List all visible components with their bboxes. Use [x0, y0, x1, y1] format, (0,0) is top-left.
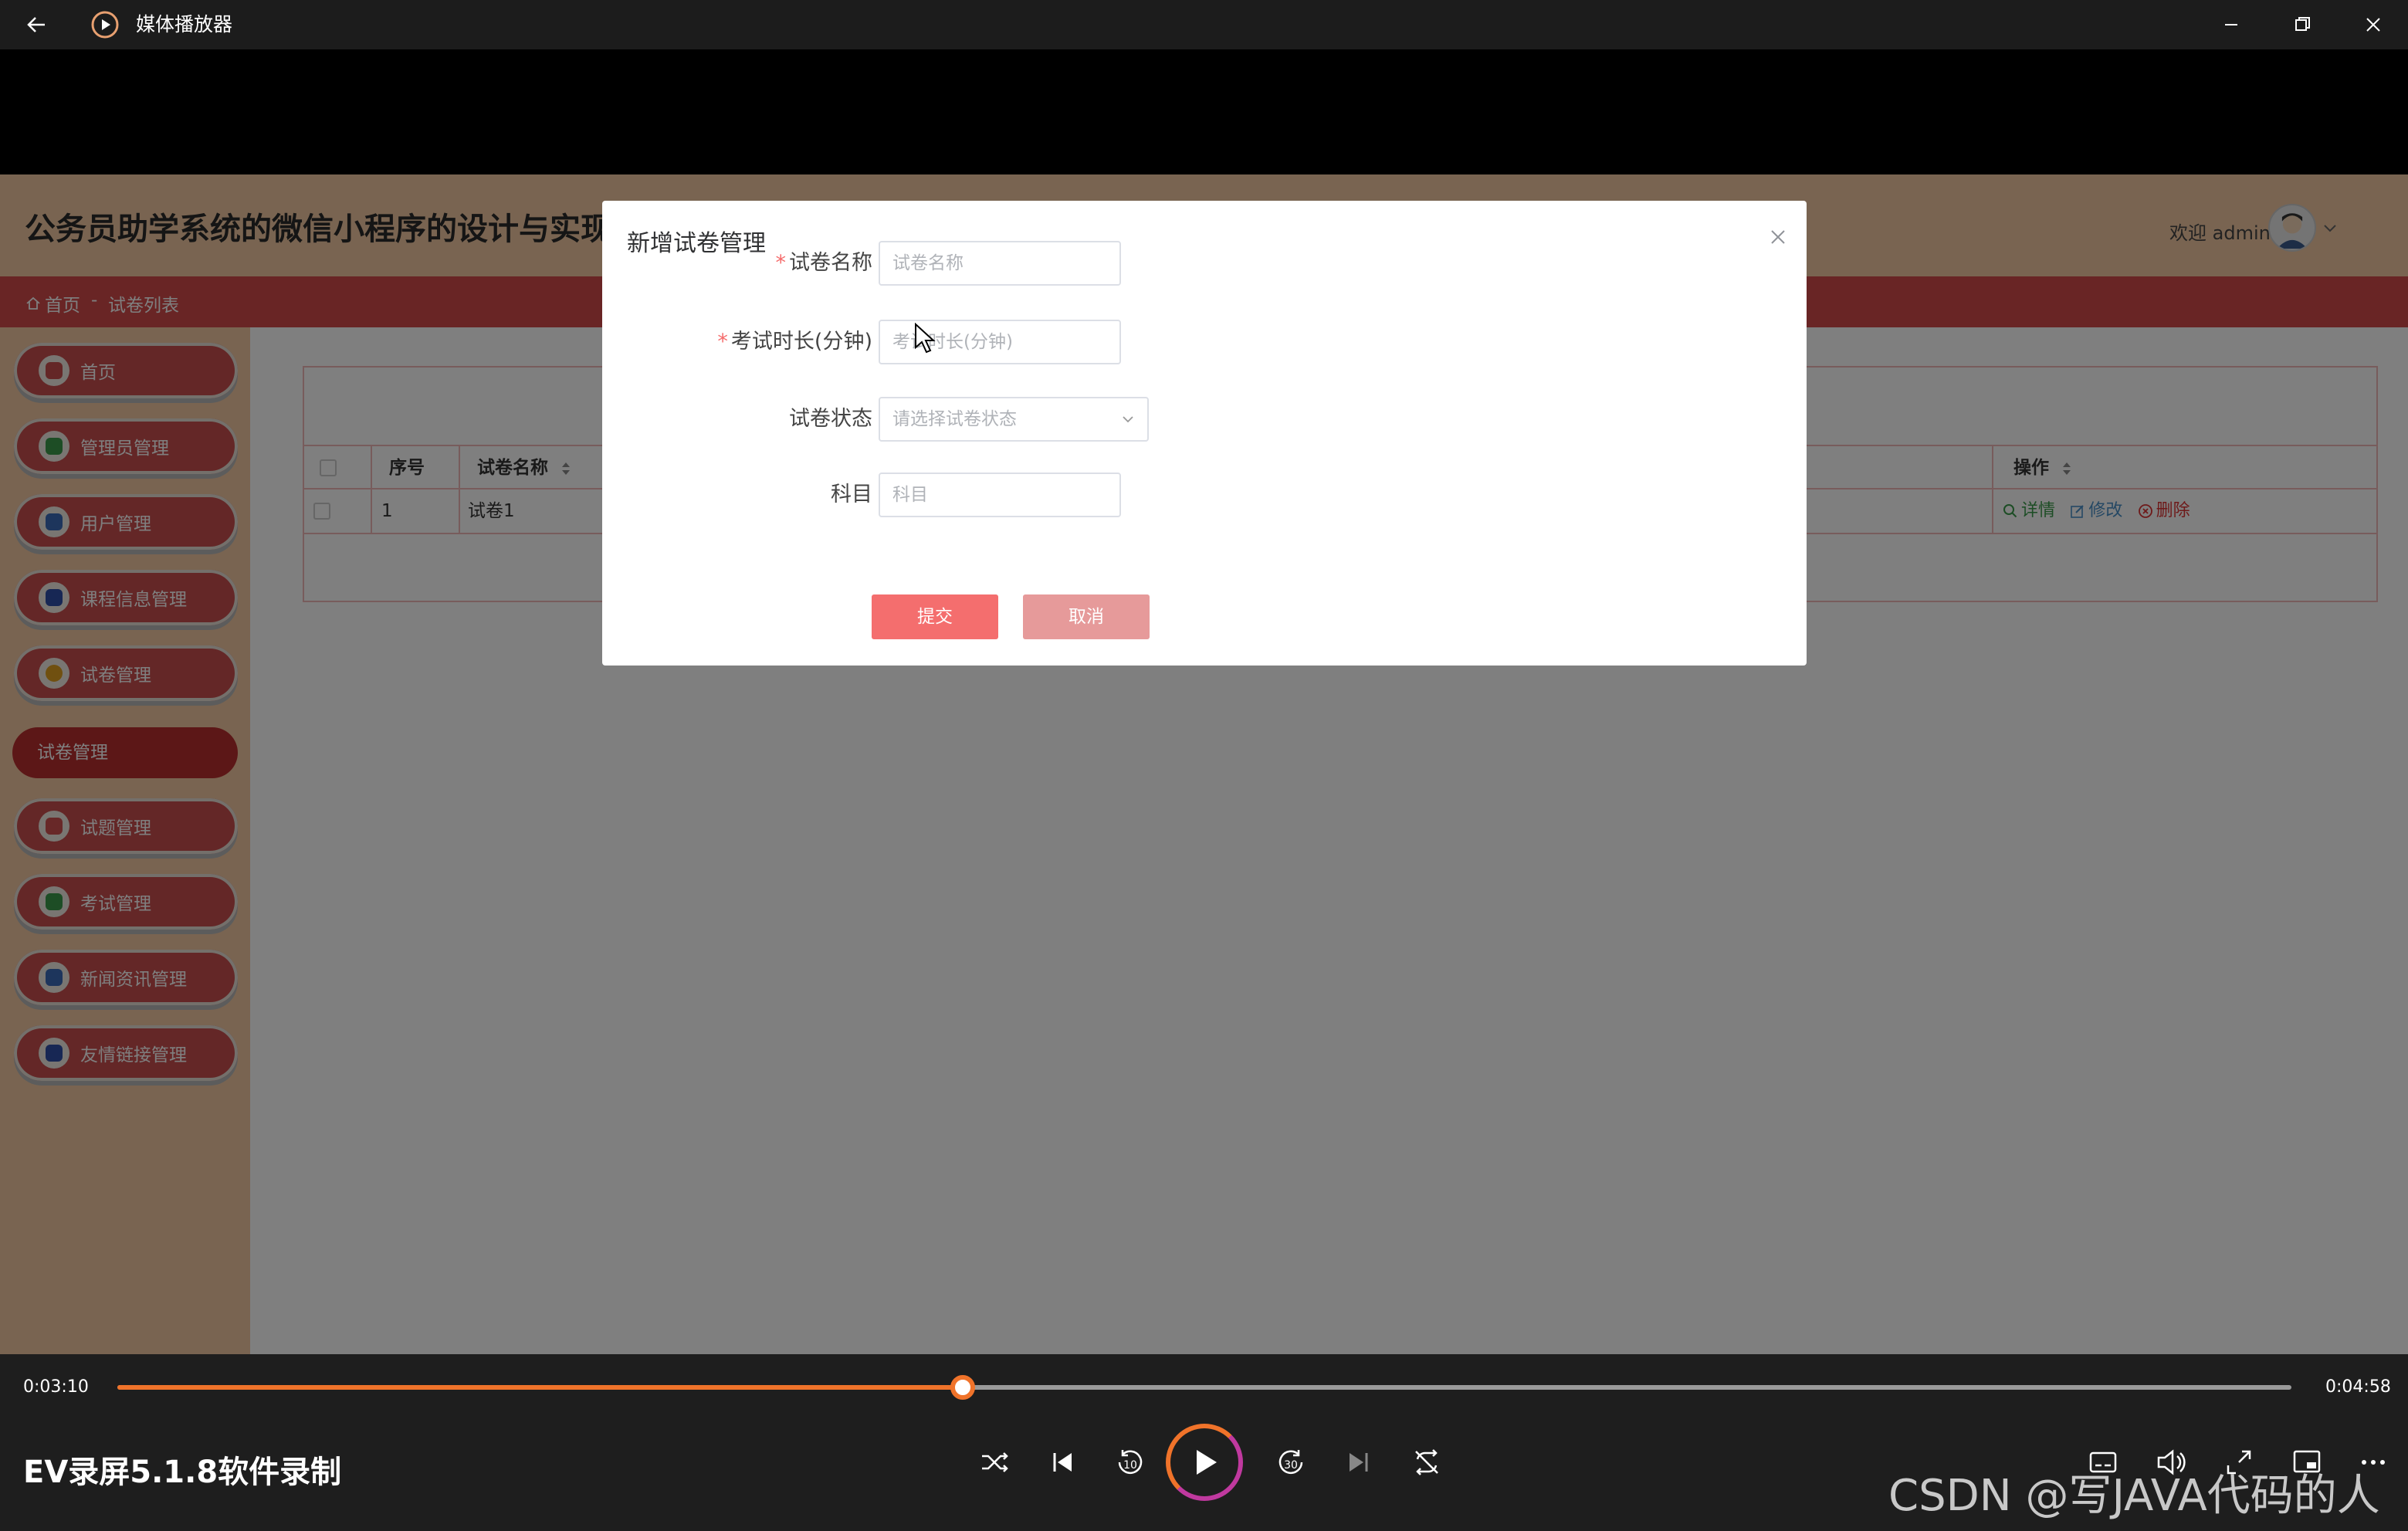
paper-name-label-text: 试卷名称: [789, 251, 872, 275]
media-player-logo-icon: [91, 11, 119, 39]
add-paper-dialog: 新增试卷管理 * 试卷名称 试卷名称 * 考试时长(分钟) 考试时长(分钟) 试卷状…: [602, 201, 1807, 666]
close-icon[interactable]: [1768, 227, 1788, 247]
total-time: 0:04:58: [2325, 1377, 2391, 1397]
mouse-cursor-icon: [915, 323, 936, 354]
chevron-down-icon: [1123, 416, 1133, 423]
media-title: EV录屏5.1.8软件录制: [23, 1455, 342, 1490]
play-icon: [1197, 1450, 1217, 1475]
seek-bar[interactable]: [117, 1375, 2291, 1400]
close-window-icon[interactable]: [2356, 8, 2390, 42]
minimize-icon[interactable]: [2214, 8, 2248, 42]
paper-status-select[interactable]: 请选择试卷状态: [879, 397, 1149, 442]
svg-text:10: 10: [1123, 1459, 1137, 1472]
restore-icon[interactable]: [2285, 8, 2319, 42]
paper-name-label: * 试卷名称: [625, 246, 873, 276]
repeat-off-icon[interactable]: [1408, 1444, 1445, 1481]
video-letterbox: [0, 49, 2408, 174]
required-mark: *: [717, 330, 728, 354]
paper-name-input[interactable]: 试卷名称: [879, 241, 1121, 286]
cancel-button[interactable]: 取消: [1023, 594, 1150, 639]
seek-bar-progress: [117, 1385, 964, 1390]
shuffle-icon[interactable]: [976, 1444, 1013, 1481]
subject-input[interactable]: 科目: [879, 473, 1121, 517]
duration-label: * 考试时长(分钟): [625, 324, 872, 354]
subject-label: 科目: [831, 483, 872, 506]
svg-text:30: 30: [1284, 1459, 1298, 1472]
seek-bar-thumb[interactable]: [950, 1375, 976, 1400]
previous-track-icon[interactable]: [1044, 1444, 1081, 1481]
app-title: 媒体播放器: [136, 13, 233, 36]
duration-label-text: 考试时长(分钟): [730, 330, 872, 354]
rewind-10-icon[interactable]: 10: [1112, 1444, 1149, 1481]
back-arrow-icon[interactable]: [22, 9, 52, 40]
required-mark: *: [775, 251, 787, 275]
forward-30-icon[interactable]: 30: [1272, 1444, 1309, 1481]
paper-status-label: 试卷状态: [789, 407, 872, 431]
next-track-icon[interactable]: [1340, 1444, 1377, 1481]
player-controls: 0:03:10 0:04:58 EV录屏5.1.8软件录制 10 30 CSDN…: [0, 1354, 2408, 1531]
csdn-watermark: CSDN @写JAVA代码的人: [1888, 1471, 2380, 1521]
recorded-web-app: 公务员助学系统的微信小程序的设计与实现 欢迎 admin 首页 - 试卷列表 首…: [0, 174, 2408, 1354]
play-button[interactable]: [1166, 1424, 1243, 1501]
submit-button[interactable]: 提交: [872, 594, 998, 639]
paper-status-placeholder: 请选择试卷状态: [892, 409, 1017, 429]
player-titlebar: 媒体播放器: [0, 0, 2408, 49]
current-time: 0:03:10: [23, 1377, 89, 1397]
